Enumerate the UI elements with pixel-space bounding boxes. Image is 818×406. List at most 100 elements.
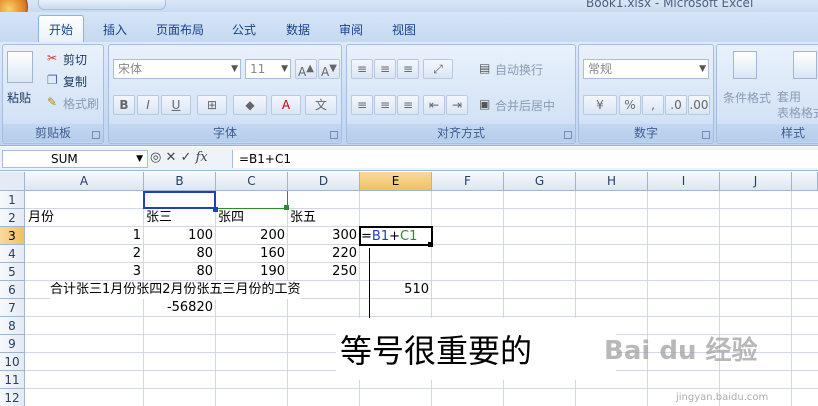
column-header-f[interactable]: F [432, 172, 504, 191]
row-header-4[interactable]: 4 [0, 245, 25, 263]
bold-button[interactable]: B [113, 95, 135, 115]
cell-c3[interactable]: 200 [216, 227, 288, 245]
cell-b7[interactable]: -56820 [144, 299, 216, 317]
tab-insert[interactable]: 插入 [103, 21, 127, 38]
cell-a3[interactable]: 1 [25, 227, 144, 245]
column-header-a[interactable]: A [25, 172, 144, 191]
cell-d3[interactable]: 300 [288, 227, 360, 245]
column-header-k[interactable] [792, 172, 818, 191]
increase-indent-button[interactable]: ⇥ [446, 95, 468, 115]
number-format-select[interactable]: 常规 ▼ [583, 59, 709, 79]
italic-button[interactable]: I [137, 95, 159, 115]
name-box[interactable]: SUM ▼ [2, 150, 148, 168]
cell-a4[interactable]: 2 [25, 245, 144, 263]
row-header-9[interactable]: 9 [0, 335, 25, 353]
align-right-button[interactable]: ≡ [397, 95, 419, 115]
cancel-icon[interactable]: ✕ [165, 150, 176, 165]
comma-button[interactable]: , [642, 95, 664, 115]
tab-formulas[interactable]: 公式 [232, 21, 256, 38]
row-header-12[interactable]: 12 [0, 389, 25, 406]
row-header-2[interactable]: 2 [0, 209, 25, 227]
row-header-3[interactable]: 3 [0, 227, 25, 245]
font-color-button[interactable]: A [271, 95, 301, 115]
column-header-c[interactable]: C [216, 172, 288, 191]
cut-button[interactable]: 剪切 [63, 51, 87, 68]
row-header-5[interactable]: 5 [0, 263, 25, 281]
cell-e6[interactable]: 510 [360, 281, 432, 299]
fill-color-button[interactable]: ◆ [233, 95, 267, 115]
row-header-6[interactable]: 6 [0, 281, 25, 299]
row-header-1[interactable]: 1 [0, 191, 25, 209]
column-header-h[interactable]: H [576, 172, 648, 191]
cell-b4[interactable]: 80 [144, 245, 216, 263]
tab-review[interactable]: 审阅 [339, 21, 363, 38]
column-header-i[interactable]: I [648, 172, 720, 191]
copy-button[interactable]: 复制 [63, 73, 87, 90]
conditional-format-button[interactable]: 条件格式 [723, 89, 771, 106]
cell-a2[interactable]: 月份 [28, 209, 54, 227]
row-header-10[interactable]: 10 [0, 353, 25, 371]
column-header-j[interactable]: J [720, 172, 792, 191]
alignment-launcher-icon[interactable] [564, 131, 572, 139]
paste-button[interactable]: 粘贴 [7, 89, 31, 106]
grow-font-button[interactable]: A▲ [295, 59, 317, 79]
percent-button[interactable]: % [619, 95, 641, 115]
cell-a5[interactable]: 3 [25, 263, 144, 281]
cell-c2[interactable]: 张四 [218, 209, 244, 227]
cell-c4[interactable]: 160 [216, 245, 288, 263]
decrease-indent-button[interactable]: ⇤ [423, 95, 445, 115]
styles-group: 条件格式 套用 表格格式 样式 [716, 44, 818, 144]
insert-function-button[interactable]: fx [196, 150, 208, 165]
conditional-format-icon[interactable] [733, 51, 757, 79]
wrap-text-button[interactable]: 自动换行 [495, 61, 543, 78]
column-header-b[interactable]: B [144, 172, 216, 191]
column-header-e[interactable]: E [360, 172, 432, 191]
table-format-icon[interactable] [793, 51, 817, 79]
column-header-d[interactable]: D [288, 172, 360, 191]
quick-access-toolbar[interactable] [38, 0, 166, 10]
orientation-button[interactable]: ⤢ [423, 59, 453, 79]
row-header-8[interactable]: 8 [0, 317, 25, 335]
column-header-g[interactable]: G [504, 172, 576, 191]
fill-handle[interactable] [428, 242, 433, 247]
decrease-decimal-button[interactable]: .00 [688, 95, 710, 115]
align-left-button[interactable]: ≡ [351, 95, 373, 115]
table-format-button[interactable]: 套用 表格格式 [777, 89, 818, 121]
cell-d4[interactable]: 220 [288, 245, 360, 263]
shrink-font-button[interactable]: A▼ [318, 59, 340, 79]
row-header-7[interactable]: 7 [0, 299, 25, 317]
merge-center-button[interactable]: 合并后居中 [495, 97, 555, 114]
paste-icon[interactable] [7, 51, 33, 83]
formula-input[interactable]: =B1+C1 [232, 150, 818, 168]
increase-decimal-button[interactable]: .0 [665, 95, 687, 115]
cell-b3[interactable]: 100 [144, 227, 216, 245]
align-bottom-button[interactable]: ≡ [397, 59, 419, 79]
tab-home[interactable]: 开始 [38, 15, 85, 43]
underline-button[interactable]: U [161, 95, 191, 115]
align-center-button[interactable]: ≡ [374, 95, 396, 115]
cell-d2[interactable]: 张五 [290, 209, 316, 227]
phonetic-button[interactable]: 文 [305, 95, 337, 115]
active-cell-e3[interactable]: =B1+C1 [359, 226, 433, 246]
format-painter-button[interactable]: 格式刷 [63, 95, 99, 112]
tab-view[interactable]: 视图 [392, 21, 416, 38]
number-launcher-icon[interactable] [702, 131, 710, 139]
currency-button[interactable]: ¥ [583, 95, 617, 115]
select-all-button[interactable] [0, 172, 25, 191]
font-launcher-icon[interactable] [330, 131, 338, 139]
enter-icon[interactable]: ✓ [181, 150, 192, 165]
cell-c5[interactable]: 190 [216, 263, 288, 281]
align-middle-button[interactable]: ≡ [374, 59, 396, 79]
font-name-select[interactable]: 宋体 ▼ [113, 59, 241, 79]
row-header-11[interactable]: 11 [0, 371, 25, 389]
cell-d5[interactable]: 250 [288, 263, 360, 281]
border-button[interactable]: ⊞ [197, 95, 227, 115]
align-top-button[interactable]: ≡ [351, 59, 373, 79]
cell-b2[interactable]: 张三 [146, 209, 172, 227]
clipboard-launcher-icon[interactable] [92, 131, 100, 139]
tab-data[interactable]: 数据 [286, 21, 310, 38]
tab-page-layout[interactable]: 页面布局 [156, 21, 204, 38]
font-size-select[interactable]: 11 ▼ [245, 59, 291, 79]
cell-b5[interactable]: 80 [144, 263, 216, 281]
cell-a6[interactable]: 合计张三1月份张四2月份张五三月份的工资 [50, 281, 301, 299]
